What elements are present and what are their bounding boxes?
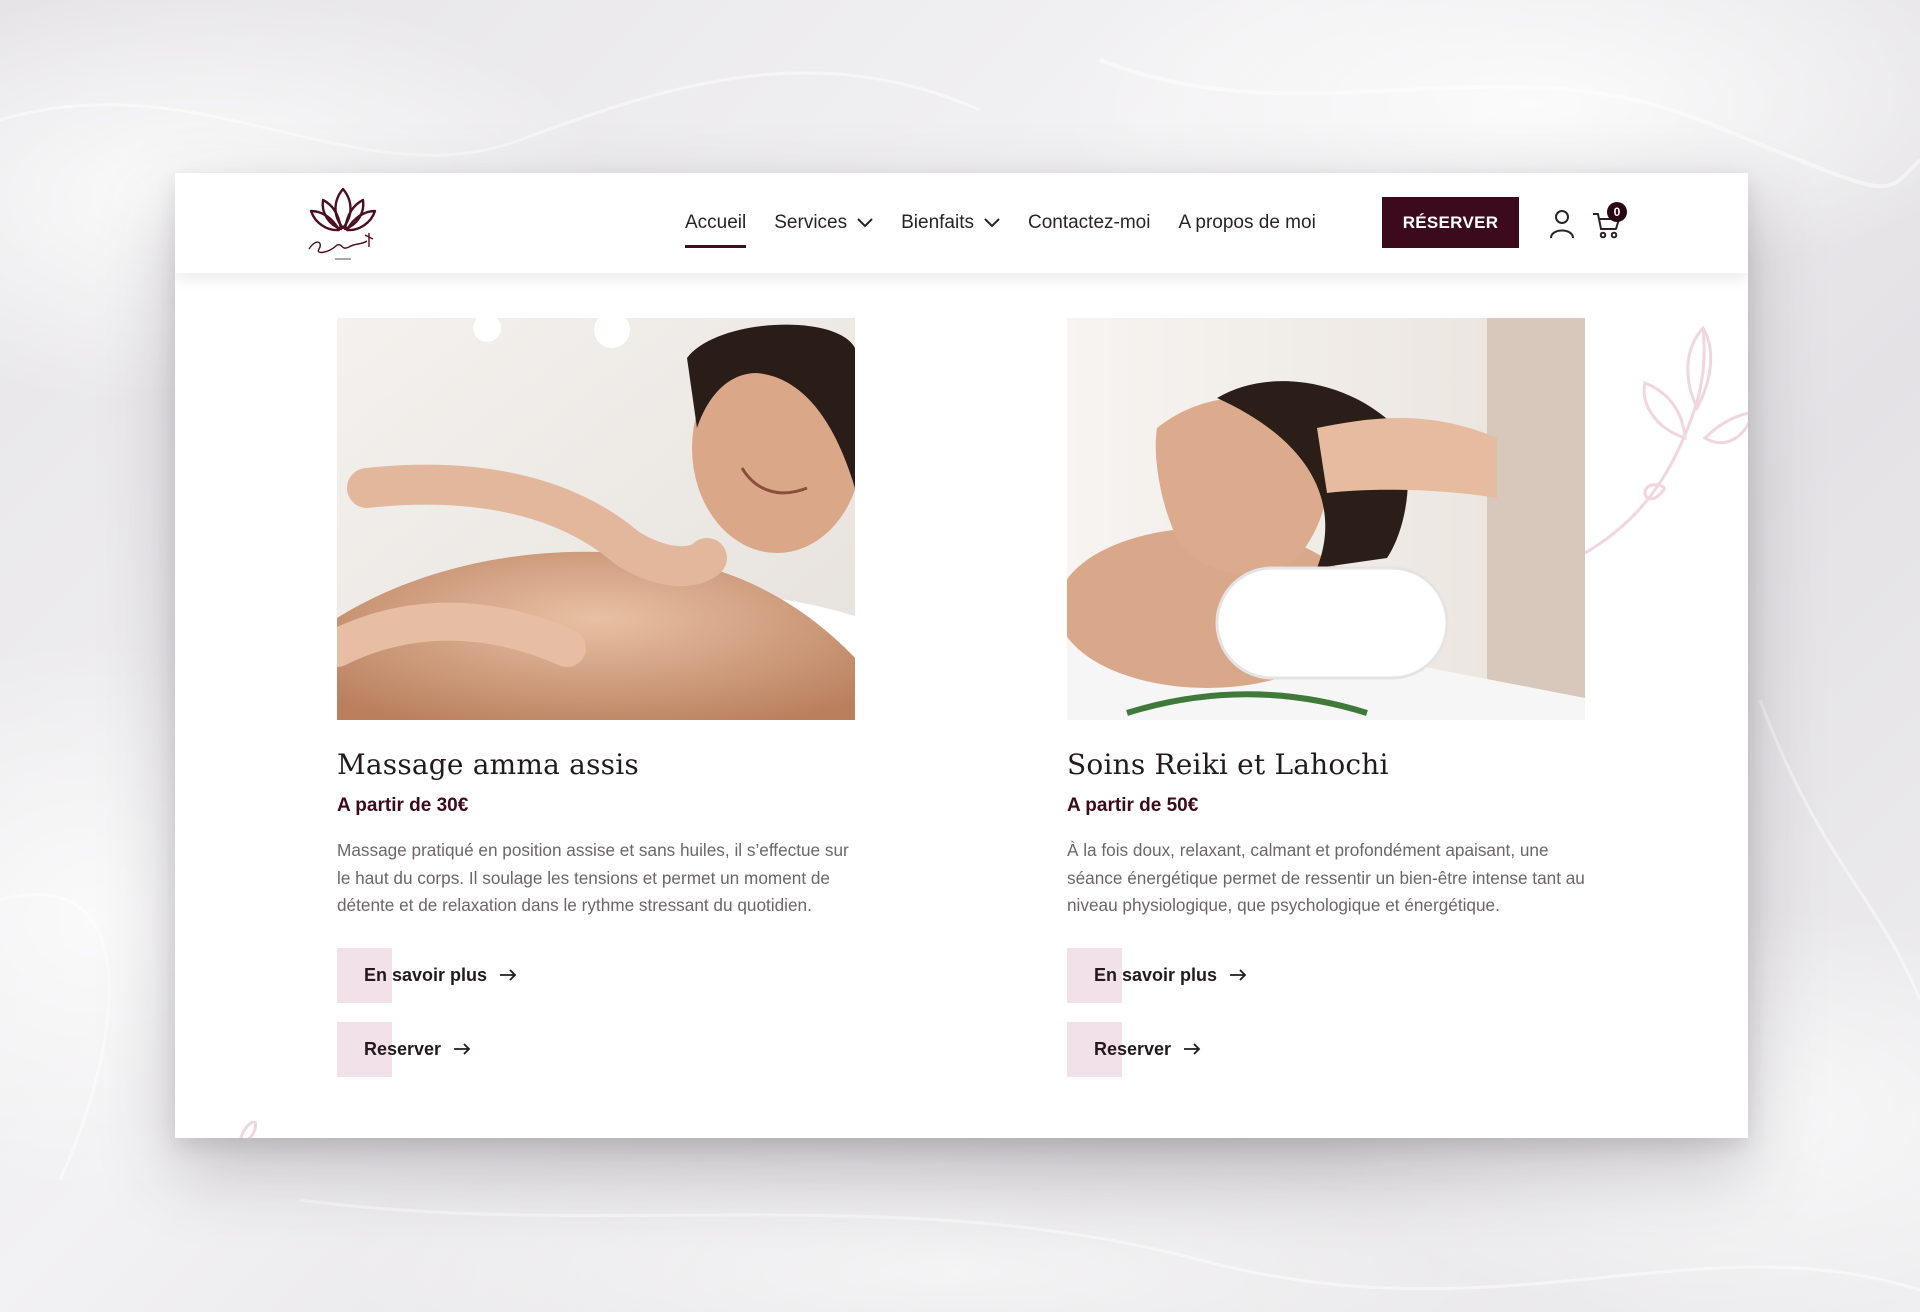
en-savoir-plus-label: En savoir plus — [1094, 964, 1218, 985]
reiki-photo — [1067, 318, 1585, 720]
nav-a-propos[interactable]: A propos de moi — [1178, 173, 1315, 273]
nav-accueil[interactable]: Accueil — [685, 173, 747, 273]
arrow-right-icon — [1184, 1043, 1201, 1055]
main-nav: Accueil Services Bienfaits Contactez-moi… — [685, 173, 1344, 273]
reserver-card-button[interactable]: Reserver — [337, 1021, 855, 1077]
nav-contact-label: Contactez-moi — [1027, 212, 1151, 233]
nav-contactez-moi[interactable]: Contactez-moi — [1028, 173, 1151, 273]
reserver-label: Reserver — [364, 1038, 442, 1059]
nav-bienfaits-label: Bienfaits — [901, 212, 974, 233]
card-description: Massage pratiqué en position assise et s… — [337, 840, 849, 915]
chevron-down-icon — [984, 218, 1000, 228]
card-price: A partir de 30€ — [337, 795, 469, 816]
leaf-branch-icon — [1585, 325, 1748, 555]
nav-bienfaits[interactable]: Bienfaits — [901, 173, 1000, 273]
en-savoir-plus-button[interactable]: En savoir plus — [337, 947, 855, 1003]
service-card-reiki: Soins Reiki et Lahochi A partir de 50€ À… — [1067, 318, 1585, 1077]
cart-count-badge: 0 — [1607, 202, 1627, 222]
lotus-logo-icon — [308, 187, 377, 260]
arrow-right-icon — [1230, 969, 1247, 981]
user-icon[interactable] — [1549, 209, 1575, 239]
massage-photo — [337, 318, 855, 720]
site-header: Accueil Services Bienfaits Contactez-moi… — [175, 173, 1748, 273]
decorative-leaf-icon — [239, 1121, 257, 1138]
nav-about-label: A propos de moi — [1178, 212, 1316, 233]
service-card-massage: Massage amma assis A partir de 30€ Massa… — [337, 318, 855, 1077]
chevron-down-icon — [857, 218, 873, 228]
reserver-card-button[interactable]: Reserver — [1067, 1021, 1585, 1077]
card-description: À la fois doux, relaxant, calmant et pro… — [1067, 840, 1585, 915]
nav-accueil-label: Accueil — [685, 212, 747, 233]
browser-page: Accueil Services Bienfaits Contactez-moi… — [175, 173, 1748, 1138]
en-savoir-plus-label: En savoir plus — [364, 964, 488, 985]
card-title: Massage amma assis — [337, 748, 639, 781]
site-logo[interactable] — [303, 183, 383, 265]
reserver-button[interactable]: RÉSERVER — [1382, 197, 1519, 248]
card-title: Soins Reiki et Lahochi — [1067, 748, 1389, 781]
nav-services[interactable]: Services — [774, 173, 873, 273]
nav-services-label: Services — [774, 212, 848, 233]
arrow-right-icon — [500, 969, 517, 981]
reserver-label: Reserver — [1094, 1038, 1172, 1059]
en-savoir-plus-button[interactable]: En savoir plus — [1067, 947, 1585, 1003]
card-price: A partir de 50€ — [1067, 795, 1199, 816]
arrow-right-icon — [454, 1043, 471, 1055]
